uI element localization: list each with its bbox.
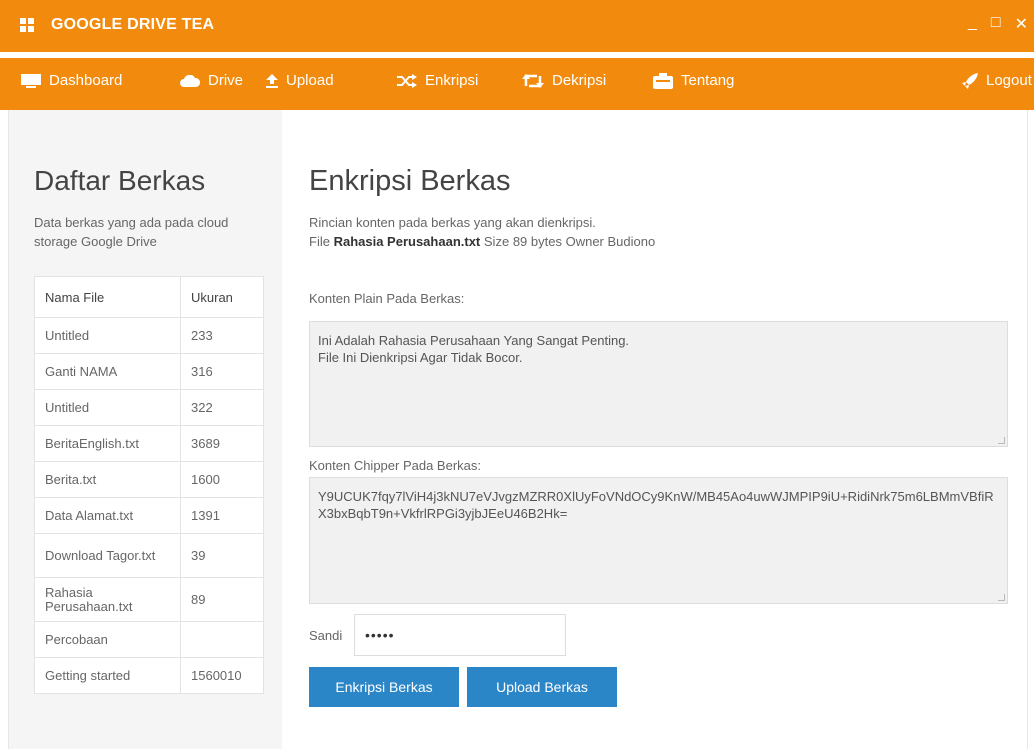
file-info-owner-label: Owner xyxy=(565,234,604,249)
upload-icon xyxy=(266,73,278,88)
upload-button[interactable]: Upload Berkas xyxy=(467,667,617,707)
file-name: Ganti NAMA xyxy=(34,353,181,390)
nav-bar: Dashboard Drive Upload Enkripsi Dekripsi… xyxy=(0,58,1034,104)
file-info-size-value: 89 bytes xyxy=(512,234,562,249)
file-name: Berita.txt xyxy=(34,461,181,498)
file-size xyxy=(180,621,264,658)
app-title: GOOGLE DRIVE TEA xyxy=(51,16,215,33)
table-row[interactable]: Getting started 1560010 xyxy=(34,657,264,694)
app-logo-icon xyxy=(20,18,34,32)
logout-button[interactable]: Logout xyxy=(962,72,1032,89)
table-row[interactable]: Data Alamat.txt 1391 xyxy=(34,497,264,534)
file-size: 322 xyxy=(180,389,264,426)
file-name: Untitled xyxy=(34,317,181,354)
file-name: Percobaan xyxy=(34,621,181,658)
cipher-content-label: Konten Chipper Pada Berkas: xyxy=(309,458,481,473)
window-controls: _ □ ✕ xyxy=(968,14,1028,34)
description-text: Rincian konten pada berkas yang akan die… xyxy=(309,215,596,230)
file-size: 1600 xyxy=(180,461,264,498)
table-row[interactable]: Berita.txt 1600 xyxy=(34,461,264,498)
file-name: Rahasia Perusahaan.txt xyxy=(34,577,181,622)
nav-item-label: Drive xyxy=(208,72,244,89)
table-row[interactable]: Untitled 233 xyxy=(34,317,264,354)
nav-item-label: Upload xyxy=(286,72,334,89)
file-size: 89 xyxy=(180,577,264,622)
nav-item-label: Tentang xyxy=(681,72,735,89)
file-size: 3689 xyxy=(180,425,264,462)
info-icon xyxy=(653,72,673,89)
resize-handle-icon[interactable] xyxy=(998,594,1005,601)
page-title: Enkripsi Berkas xyxy=(309,165,511,197)
file-name: Download Tagor.txt xyxy=(34,533,181,578)
table-row[interactable]: BeritaEnglish.txt 3689 xyxy=(34,425,264,462)
file-table: Nama File Ukuran Untitled 233 Ganti NAMA 3… xyxy=(34,276,264,694)
file-size: 233 xyxy=(180,317,264,354)
table-row[interactable]: Untitled 322 xyxy=(34,389,264,426)
file-size: 1560010 xyxy=(180,657,264,694)
file-info-owner-value: Budiono xyxy=(607,234,656,249)
table-header-row: Nama File Ukuran xyxy=(34,276,264,318)
sidebar: Daftar Berkas Data berkas yang ada pada … xyxy=(9,110,282,749)
title-bar: GOOGLE DRIVE TEA _ □ ✕ xyxy=(0,0,1034,52)
password-label: Sandi xyxy=(309,628,343,643)
close-button[interactable]: ✕ xyxy=(1015,14,1028,34)
nav-item-dashboard[interactable]: Dashboard xyxy=(21,72,122,89)
file-name: Data Alamat.txt xyxy=(34,497,181,534)
column-header-name: Nama File xyxy=(34,276,181,318)
plain-content-textarea[interactable]: Ini Adalah Rahasia Perusahaan Yang Sanga… xyxy=(309,321,1008,447)
file-name: Untitled xyxy=(34,389,181,426)
table-row[interactable]: Ganti NAMA 316 xyxy=(34,353,264,390)
nav-item-drive[interactable]: Drive xyxy=(180,72,243,89)
nav-item-label: Enkripsi xyxy=(425,72,479,89)
cloud-icon xyxy=(180,74,200,87)
table-row[interactable]: Percobaan xyxy=(34,621,264,658)
file-info-filename: Rahasia Perusahaan.txt xyxy=(333,234,481,249)
rocket-icon xyxy=(962,72,978,89)
nav-item-label: Dashboard xyxy=(49,72,123,89)
dashboard-icon xyxy=(21,73,41,88)
table-row[interactable]: Download Tagor.txt 39 xyxy=(34,533,264,578)
cipher-content-text: Y9UCUK7fqy7lViH4j3kNU7eVJvgzMZRR0XlUyFoV… xyxy=(318,489,994,521)
plain-content-label: Konten Plain Pada Berkas: xyxy=(309,291,465,306)
cipher-content-textarea[interactable]: Y9UCUK7fqy7lViH4j3kNU7eVJvgzMZRR0XlUyFoV… xyxy=(309,477,1008,604)
nav-item-upload[interactable]: Upload xyxy=(266,72,334,89)
table-row[interactable]: Rahasia Perusahaan.txt 89 xyxy=(34,577,264,622)
file-name: Getting started xyxy=(34,657,181,694)
nav-item-tentang[interactable]: Tentang xyxy=(653,72,734,89)
shuffle-icon xyxy=(397,73,417,88)
file-size: 1391 xyxy=(180,497,264,534)
file-size: 39 xyxy=(180,533,264,578)
file-size: 316 xyxy=(180,353,264,390)
sidebar-title: Daftar Berkas xyxy=(34,165,206,196)
retweet-icon xyxy=(522,73,544,88)
content-area: Daftar Berkas Data berkas yang ada pada … xyxy=(8,110,1028,749)
app-window: GOOGLE DRIVE TEA _ □ ✕ Dashboard Drive U… xyxy=(0,0,1034,749)
logout-label: Logout xyxy=(986,72,1032,89)
resize-handle-icon[interactable] xyxy=(998,437,1005,444)
file-info-size-label: Size xyxy=(483,234,510,249)
column-header-size: Ukuran xyxy=(180,276,264,318)
maximize-button[interactable]: □ xyxy=(991,14,1001,34)
minimize-button[interactable]: _ xyxy=(968,14,977,34)
file-info: File Rahasia Perusahaan.txt Size 89 byte… xyxy=(309,232,655,251)
file-name: BeritaEnglish.txt xyxy=(34,425,181,462)
nav-item-dekripsi[interactable]: Dekripsi xyxy=(522,72,606,89)
page-description: Rincian konten pada berkas yang akan die… xyxy=(309,213,655,251)
file-info-prefix: File xyxy=(309,234,330,249)
plain-content-line: File Ini Dienkripsi Agar Tidak Bocor. xyxy=(318,350,523,365)
nav-item-label: Dekripsi xyxy=(552,72,607,89)
encrypt-button[interactable]: Enkripsi Berkas xyxy=(309,667,459,707)
nav-item-enkripsi[interactable]: Enkripsi xyxy=(397,72,478,89)
password-input[interactable]: ••••• xyxy=(354,614,566,656)
plain-content-line: Ini Adalah Rahasia Perusahaan Yang Sanga… xyxy=(318,333,630,348)
sidebar-description: Data berkas yang ada pada cloud storage … xyxy=(34,215,229,249)
